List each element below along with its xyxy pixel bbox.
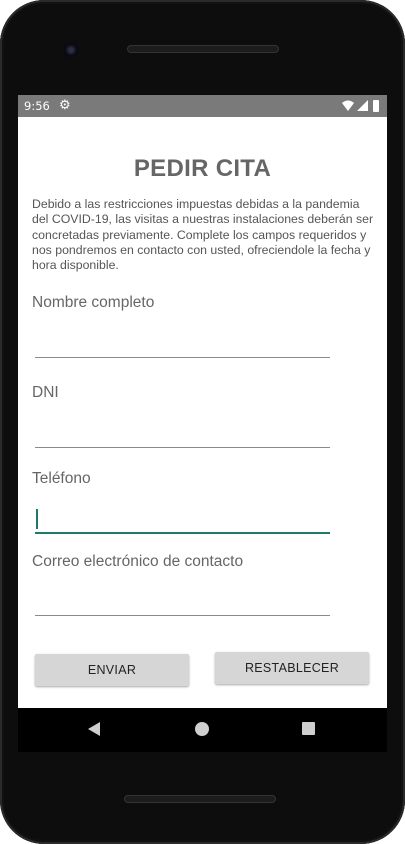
name-label: Nombre completo [32,294,155,311]
intro-text: Debido a las restricciones impuestas deb… [32,197,374,273]
navigation-bar [18,708,387,752]
home-icon[interactable] [195,722,209,736]
back-icon[interactable] [88,722,100,736]
recent-apps-icon[interactable] [302,722,315,735]
name-input[interactable] [35,330,330,358]
wifi-icon [342,100,354,111]
dni-input[interactable] [35,420,330,448]
dni-label: DNI [32,384,59,401]
phone-frame: 9:56 ⚙ PEDIR CITA Debido a las restricci… [0,0,405,844]
status-bar: 9:56 ⚙ [18,95,387,117]
app-screen: 9:56 ⚙ PEDIR CITA Debido a las restricci… [18,95,387,708]
email-input[interactable] [35,588,330,616]
bottom-speaker [124,795,276,803]
status-icons [341,99,381,113]
battery-icon [373,100,379,112]
phone-input[interactable] [35,506,330,534]
top-speaker [127,45,279,53]
phone-label: Teléfono [32,470,91,487]
page-title: PEDIR CITA [133,155,272,182]
gear-icon: ⚙ [59,97,71,112]
text-cursor [36,509,38,529]
email-label: Correo electrónico de contacto [32,553,244,570]
signal-icon [357,100,368,111]
front-camera [63,42,79,58]
reset-button[interactable]: RESTABLECER [215,652,369,684]
send-button[interactable]: ENVIAR [35,654,189,686]
status-time: 9:56 [24,99,50,113]
